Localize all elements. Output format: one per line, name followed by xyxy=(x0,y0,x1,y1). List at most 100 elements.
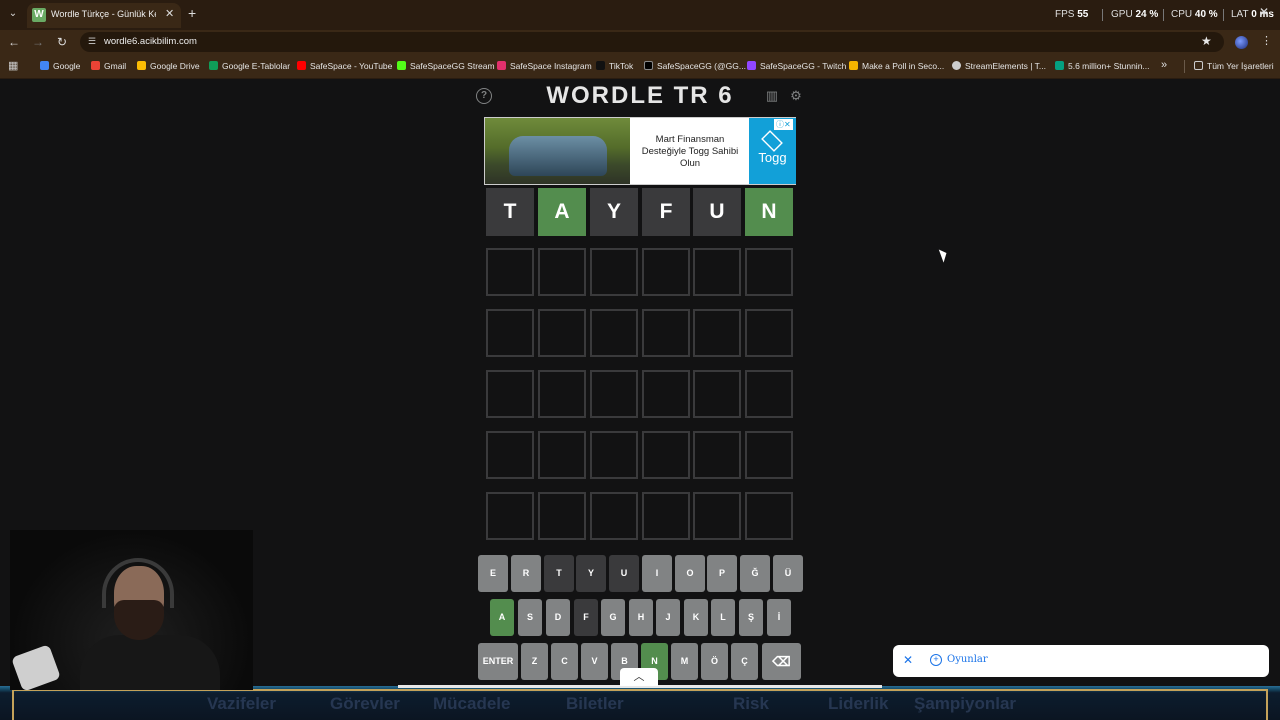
omnibox[interactable]: ☰ wordle6.acikbilim.com ★ xyxy=(80,32,1224,52)
games-toast[interactable]: ✕ + Oyunlar xyxy=(893,645,1269,677)
ad-choices-icon[interactable]: ⓘ✕ xyxy=(774,119,793,130)
board-tile xyxy=(538,370,586,418)
page-title: WORDLE TR 6 xyxy=(546,82,734,109)
key-e[interactable]: E xyxy=(478,555,508,592)
stats-icon[interactable]: ▥ xyxy=(764,88,780,104)
all-bookmarks-folder[interactable]: Tüm Yer İşaretleri xyxy=(1194,61,1274,71)
perf-divider xyxy=(1223,9,1224,21)
togg-logo-mark-icon xyxy=(761,130,783,152)
bookmark-x[interactable]: SafeSpaceGG (@GG... xyxy=(644,61,746,71)
x-icon xyxy=(644,61,653,70)
back-icon[interactable]: ← xyxy=(6,34,22,50)
key-ğ[interactable]: Ğ xyxy=(740,555,770,592)
bookmarks-overflow-icon[interactable]: » xyxy=(1161,59,1167,71)
key-c[interactable]: C xyxy=(551,643,578,680)
profile-avatar-icon[interactable] xyxy=(1235,36,1248,49)
key-ç[interactable]: Ç xyxy=(731,643,758,680)
window-close-icon[interactable]: ✕ xyxy=(1259,5,1269,19)
board-tile xyxy=(642,309,690,357)
board-tile xyxy=(693,309,741,357)
board-tile xyxy=(745,309,793,357)
background-nav-item: Risk xyxy=(733,694,769,713)
bookmark-poll[interactable]: Make a Poll in Seco... xyxy=(849,61,944,71)
bookmark-tiktok[interactable]: TikTok xyxy=(596,61,633,71)
board-tile xyxy=(538,309,586,357)
key-t[interactable]: T xyxy=(544,555,574,592)
board-tile: Y xyxy=(590,188,638,236)
key-s[interactable]: S xyxy=(518,599,542,636)
site-info-icon[interactable]: ☰ xyxy=(88,36,100,48)
bookmark-kick[interactable]: SafeSpaceGG Stream xyxy=(397,61,495,71)
bookmark-google-drive[interactable]: Google Drive xyxy=(137,61,200,71)
key-z[interactable]: Z xyxy=(521,643,548,680)
board-tile xyxy=(590,370,638,418)
chevron-up-icon[interactable]: ︿ xyxy=(620,668,658,686)
key-o[interactable]: O xyxy=(675,555,705,592)
bookmark-streamelements[interactable]: StreamElements | T... xyxy=(952,61,1046,71)
board-tile xyxy=(538,431,586,479)
pexels-icon xyxy=(1055,61,1064,70)
cpu-readout: CPU 40 % xyxy=(1171,9,1218,20)
board-tile: T xyxy=(486,188,534,236)
perf-divider xyxy=(1163,9,1164,21)
bookmark-twitch[interactable]: SafeSpaceGG - Twitch xyxy=(747,61,846,71)
key-h[interactable]: H xyxy=(629,599,653,636)
poll-icon xyxy=(849,61,858,70)
youtube-icon xyxy=(297,61,306,70)
toast-label[interactable]: Oyunlar xyxy=(947,654,988,665)
key-d[interactable]: D xyxy=(546,599,570,636)
bookmark-google[interactable]: Google xyxy=(40,61,80,71)
key-a[interactable]: A xyxy=(490,599,514,636)
board-tile xyxy=(486,431,534,479)
forward-icon[interactable]: → xyxy=(30,34,46,50)
bookmark-star-icon[interactable]: ★ xyxy=(1201,34,1212,48)
key-ö[interactable]: Ö xyxy=(701,643,728,680)
key-l[interactable]: L xyxy=(711,599,735,636)
browser-tab[interactable]: W Wordle Türkçe - Günlük Kelime ✕ xyxy=(27,3,181,28)
webcam-overlay xyxy=(10,530,253,690)
board-tile xyxy=(590,248,638,296)
key-u[interactable]: U xyxy=(609,555,639,592)
address-bar-row: ← → ↻ ☰ wordle6.acikbilim.com ★ ⋮ xyxy=(0,30,1280,54)
key-ü[interactable]: Ü xyxy=(773,555,803,592)
key-i[interactable]: I xyxy=(642,555,672,592)
board-tile xyxy=(486,370,534,418)
close-icon[interactable]: ✕ xyxy=(903,653,913,667)
key-k[interactable]: K xyxy=(684,599,708,636)
enter-key[interactable]: ENTER xyxy=(478,643,518,680)
ad-car-image xyxy=(485,118,630,184)
bookmark-pexels[interactable]: 5.6 million+ Stunnin... xyxy=(1055,61,1150,71)
key-ş[interactable]: Ş xyxy=(739,599,763,636)
bookmark-instagram[interactable]: SafeSpace Instagram xyxy=(497,61,592,71)
tab-close-icon[interactable]: ✕ xyxy=(165,7,174,20)
apps-grid-icon[interactable]: ▦ xyxy=(8,60,20,72)
key-j[interactable]: J xyxy=(656,599,680,636)
board-tile: F xyxy=(642,188,690,236)
gpu-readout: GPU 24 % xyxy=(1111,9,1159,20)
key-g[interactable]: G xyxy=(601,599,625,636)
board-tile xyxy=(693,370,741,418)
key-i̇[interactable]: İ xyxy=(767,599,791,636)
ad-banner[interactable]: Mart Finansman Desteğiyle Togg Sahibi Ol… xyxy=(484,117,796,185)
key-y[interactable]: Y xyxy=(576,555,606,592)
key-m[interactable]: M xyxy=(671,643,698,680)
board-tile xyxy=(745,431,793,479)
background-nav-item: Biletler xyxy=(566,694,624,713)
bookmark-gmail[interactable]: Gmail xyxy=(91,61,126,71)
bookmark-youtube[interactable]: SafeSpace - YouTube xyxy=(297,61,392,71)
gmail-icon xyxy=(91,61,100,70)
gear-icon[interactable]: ⚙ xyxy=(788,88,804,104)
board-tile xyxy=(642,492,690,540)
board-tile xyxy=(486,309,534,357)
new-tab-icon[interactable]: + xyxy=(188,5,196,21)
tab-search-icon[interactable]: ⌄ xyxy=(4,5,22,23)
key-f[interactable]: F xyxy=(574,599,598,636)
backspace-icon[interactable]: ⌫ xyxy=(762,643,801,680)
key-v[interactable]: V xyxy=(581,643,608,680)
key-r[interactable]: R xyxy=(511,555,541,592)
board-tile xyxy=(486,492,534,540)
key-p[interactable]: P xyxy=(707,555,737,592)
browser-menu-icon[interactable]: ⋮ xyxy=(1261,34,1272,47)
reload-icon[interactable]: ↻ xyxy=(54,34,70,50)
bookmark-google-sheets[interactable]: Google E-Tablolar xyxy=(209,61,290,71)
